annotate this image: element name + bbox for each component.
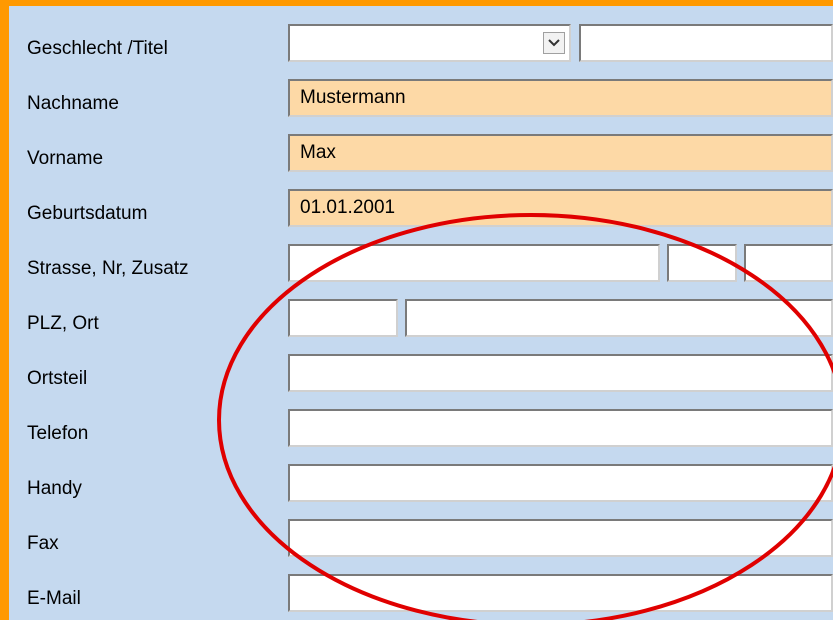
phone-label: Telefon — [27, 423, 89, 444]
mobile-input[interactable] — [288, 464, 833, 502]
street-input[interactable] — [288, 244, 660, 282]
address-suffix-input[interactable] — [744, 244, 833, 282]
mobile-label: Handy — [27, 478, 82, 499]
fax-label: Fax — [27, 533, 59, 554]
birth-date-input[interactable]: 01.01.2001 — [288, 189, 833, 227]
last-name-label: Nachname — [27, 93, 119, 114]
last-name-input[interactable]: Mustermann — [288, 79, 833, 117]
house-number-input[interactable] — [667, 244, 737, 282]
zip-city-label: PLZ, Ort — [27, 313, 99, 334]
chevron-down-icon[interactable] — [543, 32, 565, 54]
fax-input[interactable] — [288, 519, 833, 557]
city-input[interactable] — [405, 299, 833, 337]
zip-input[interactable] — [288, 299, 398, 337]
district-label: Ortsteil — [27, 368, 88, 389]
title-input[interactable] — [579, 24, 833, 62]
email-input[interactable] — [288, 574, 833, 612]
contact-form-panel: Geschlecht /Titel Nachname Mustermann Vo… — [0, 0, 833, 620]
birth-date-label: Geburtsdatum — [27, 203, 148, 224]
salutation-label: Geschlecht /Titel — [27, 38, 168, 59]
gender-select[interactable] — [288, 24, 571, 62]
first-name-input[interactable]: Max — [288, 134, 833, 172]
email-label: E-Mail — [27, 588, 81, 609]
street-label: Strasse, Nr, Zusatz — [27, 258, 189, 279]
first-name-label: Vorname — [27, 148, 104, 169]
district-input[interactable] — [288, 354, 833, 392]
phone-input[interactable] — [288, 409, 833, 447]
